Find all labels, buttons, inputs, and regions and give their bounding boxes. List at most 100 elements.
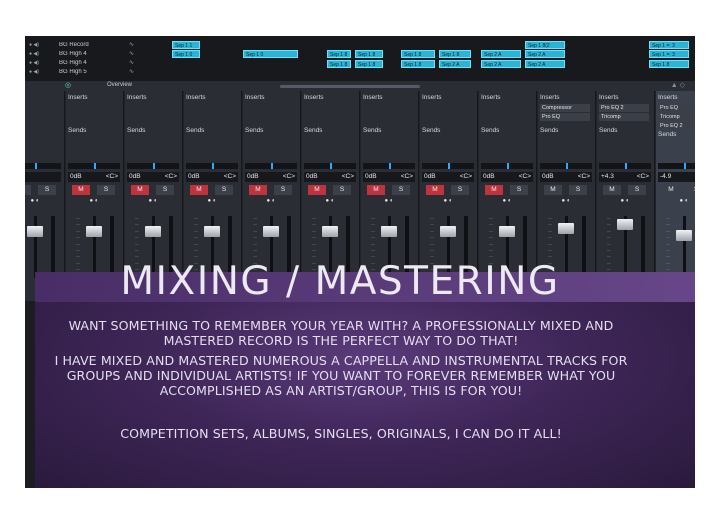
- solo-button[interactable]: S: [333, 185, 351, 195]
- gain-readout[interactable]: 0dB <C>: [304, 172, 356, 182]
- record-monitor-buttons[interactable]: ● ◐: [245, 198, 297, 206]
- insert-plugin-slot[interactable]: Compressor: [540, 104, 590, 112]
- horizontal-scrollbar[interactable]: [280, 85, 420, 88]
- inserts-button[interactable]: Inserts: [245, 94, 265, 101]
- inserts-button[interactable]: Inserts: [186, 94, 206, 101]
- solo-button[interactable]: S: [38, 185, 56, 195]
- volume-fader[interactable]: [145, 226, 161, 237]
- record-monitor-buttons[interactable]: ● ◐: [422, 198, 474, 206]
- track-controls-icon[interactable]: ● ◀): [25, 51, 59, 57]
- volume-fader[interactable]: [676, 230, 692, 241]
- sends-button[interactable]: Sends: [481, 127, 499, 134]
- volume-fader[interactable]: [381, 226, 397, 237]
- audio-clip[interactable]: Sep 1 8: [401, 50, 435, 58]
- track-row[interactable]: ● ◀) BG High 4 ∿: [25, 58, 145, 67]
- audio-clip[interactable]: Sep 1 1: [172, 41, 200, 49]
- gain-readout[interactable]: 0dB <C>: [186, 172, 238, 182]
- sends-button[interactable]: Sends: [127, 127, 145, 134]
- record-monitor-buttons[interactable]: ● ◐: [481, 198, 533, 206]
- audio-clip[interactable]: Sep 2 A: [481, 60, 521, 68]
- audio-clip[interactable]: Sep 1 8: [401, 60, 435, 68]
- insert-plugin-slot[interactable]: Tricomp: [599, 113, 649, 121]
- volume-fader[interactable]: [322, 226, 338, 237]
- track-row[interactable]: ● ◀) BG High 4 ∿: [25, 49, 145, 58]
- track-controls-icon[interactable]: ● ◀): [25, 69, 59, 75]
- sends-button[interactable]: Sends: [68, 127, 86, 134]
- solo-button[interactable]: S: [569, 185, 587, 195]
- record-monitor-buttons[interactable]: ● ◐: [599, 198, 651, 206]
- gain-readout[interactable]: 0dB <C>: [481, 172, 533, 182]
- inserts-button[interactable]: Inserts: [127, 94, 147, 101]
- audio-clip[interactable]: Sep 1 8: [355, 50, 383, 58]
- insert-plugin-slot[interactable]: Pro EQ: [658, 104, 695, 112]
- sends-button[interactable]: Sends: [658, 131, 676, 138]
- track-row[interactable]: ● ◀) BG High 5 ∿: [25, 67, 145, 76]
- audio-clip[interactable]: Sep 2 A: [481, 50, 521, 58]
- solo-button[interactable]: S: [274, 185, 292, 195]
- sends-button[interactable]: Sends: [186, 127, 204, 134]
- inserts-button[interactable]: Inserts: [481, 94, 501, 101]
- gain-readout[interactable]: 0dB <C>: [127, 172, 179, 182]
- volume-fader[interactable]: [86, 226, 102, 237]
- audio-clip[interactable]: Sep 1 0: [172, 50, 200, 58]
- volume-fader[interactable]: [499, 226, 515, 237]
- gain-readout[interactable]: 0dB <C>: [540, 172, 592, 182]
- record-monitor-buttons[interactable]: ● ◐: [186, 198, 238, 206]
- solo-button[interactable]: S: [451, 185, 469, 195]
- record-monitor-buttons[interactable]: ● ◐: [304, 198, 356, 206]
- insert-plugin-slot[interactable]: Tricomp: [658, 113, 695, 121]
- volume-fader[interactable]: [204, 226, 220, 237]
- solo-button[interactable]: S: [628, 185, 646, 195]
- audio-clip[interactable]: Sep 1 =: 3: [649, 50, 689, 58]
- inserts-button[interactable]: Inserts: [540, 94, 560, 101]
- volume-fader[interactable]: [440, 226, 456, 237]
- overview-icon[interactable]: ◎: [65, 81, 71, 89]
- insert-plugin-slot[interactable]: Pro EQ: [540, 113, 590, 121]
- gain-readout[interactable]: 0dB <C>: [245, 172, 297, 182]
- solo-button[interactable]: S: [392, 185, 410, 195]
- mute-button[interactable]: M: [603, 185, 621, 195]
- record-monitor-buttons[interactable]: ● ◐: [25, 198, 61, 206]
- insert-plugin-slot[interactable]: Pro EQ 2: [599, 104, 649, 112]
- sends-button[interactable]: Sends: [422, 127, 440, 134]
- volume-fader[interactable]: [617, 219, 633, 230]
- audio-clip[interactable]: Sep 1 8(2: [525, 41, 565, 49]
- mute-button[interactable]: M: [544, 185, 562, 195]
- record-monitor-buttons[interactable]: ● ◐: [68, 198, 120, 206]
- volume-fader[interactable]: [558, 223, 574, 234]
- record-monitor-buttons[interactable]: ● ◐: [540, 198, 592, 206]
- solo-button[interactable]: S: [510, 185, 528, 195]
- insert-plugin-slot[interactable]: Pro EQ 2: [658, 122, 695, 130]
- audio-clip[interactable]: Sep 1 8: [439, 50, 471, 58]
- mute-button[interactable]: M: [426, 185, 444, 195]
- solo-button[interactable]: S: [215, 185, 233, 195]
- audio-clip[interactable]: Sep 1 8: [649, 60, 689, 68]
- audio-clip[interactable]: Sep 2 A: [439, 60, 471, 68]
- volume-fader[interactable]: [27, 226, 43, 237]
- inserts-button[interactable]: Inserts: [422, 94, 442, 101]
- gain-readout[interactable]: 0dB <C>: [363, 172, 415, 182]
- mute-button[interactable]: M: [249, 185, 267, 195]
- mute-button[interactable]: M: [72, 185, 90, 195]
- gain-readout[interactable]: 0dB <C>: [68, 172, 120, 182]
- volume-fader[interactable]: [263, 226, 279, 237]
- record-monitor-buttons[interactable]: ● ◐: [658, 198, 695, 206]
- gain-readout[interactable]: 0dB <C>: [422, 172, 474, 182]
- inserts-button[interactable]: Inserts: [68, 94, 88, 101]
- mute-button[interactable]: M: [131, 185, 149, 195]
- record-monitor-buttons[interactable]: ● ◐: [363, 198, 415, 206]
- audio-clip[interactable]: Sep 1 =: 3: [649, 41, 689, 49]
- inserts-button[interactable]: Inserts: [304, 94, 324, 101]
- mute-button[interactable]: M: [190, 185, 208, 195]
- audio-clip[interactable]: Sep 2 A: [525, 50, 565, 58]
- sends-button[interactable]: Sends: [540, 127, 558, 134]
- gain-readout[interactable]: +4.3 <C>: [599, 172, 651, 182]
- inserts-button[interactable]: Inserts: [363, 94, 383, 101]
- inserts-button[interactable]: Inserts: [599, 94, 619, 101]
- zoom-icon[interactable]: ▲ ◇: [671, 81, 685, 89]
- track-controls-icon[interactable]: ● ◀): [25, 42, 59, 48]
- mute-button[interactable]: M: [485, 185, 503, 195]
- gain-readout[interactable]: -4.9<C>: [658, 172, 695, 182]
- sends-button[interactable]: Sends: [304, 127, 322, 134]
- sends-button[interactable]: Sends: [363, 127, 381, 134]
